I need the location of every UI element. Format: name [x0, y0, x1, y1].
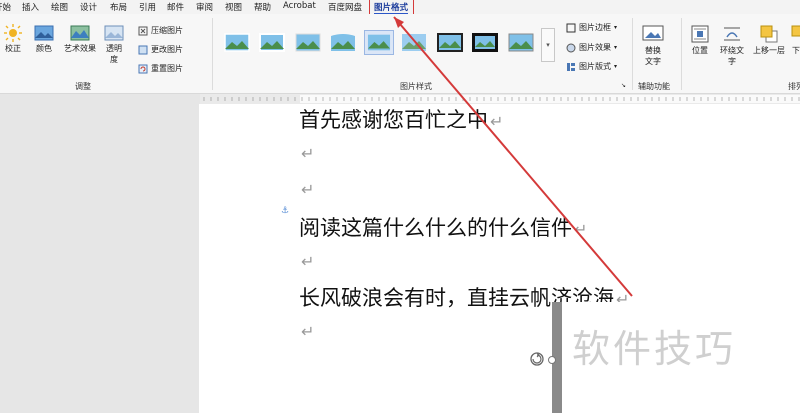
picture-effects-icon — [566, 43, 576, 52]
artistic-effects-icon — [70, 25, 90, 41]
style-thumb[interactable] — [506, 30, 536, 55]
picture-layout-icon — [567, 62, 575, 71]
rotate-handle-icon[interactable] — [528, 350, 546, 368]
picture-color-icon — [34, 25, 54, 41]
paragraph-mark: ↵ — [301, 180, 315, 199]
transparency-label-2: 度 — [110, 55, 118, 64]
paragraph-mark: ↵ — [301, 144, 315, 163]
picture-border-button[interactable]: 图片边框 ▾ — [566, 22, 617, 33]
artistic-effects-label: 艺术效果 — [64, 44, 96, 53]
change-picture-icon — [138, 45, 148, 54]
menu-bar: 开始 插入 绘图 设计 布局 引用 邮件 审阅 视图 帮助 Acrobat 百度… — [0, 0, 800, 16]
tab-references[interactable]: 引用 — [139, 1, 156, 13]
wrap-text-icon — [724, 27, 740, 41]
text-line[interactable]: ↵ — [299, 140, 314, 164]
gallery-more-button[interactable]: ▾ — [541, 28, 555, 62]
style-thumb[interactable] — [257, 30, 287, 55]
compress-pictures-button[interactable]: 压缩图片 — [138, 25, 183, 36]
group-label-adjust: 调整 — [75, 82, 91, 91]
style-thumb[interactable] — [222, 30, 252, 55]
alt-text-icon — [642, 25, 664, 41]
picture-layout-button[interactable]: 图片版式 ▾ — [566, 61, 617, 72]
paragraph-mark: ↵ — [301, 252, 315, 271]
tab-view[interactable]: 视图 — [225, 1, 242, 13]
text-line[interactable]: ↵ — [299, 176, 314, 200]
position-icon — [691, 25, 709, 43]
style-thumb[interactable] — [328, 30, 358, 55]
paragraph-mark: ↵ — [574, 220, 588, 239]
sun-icon — [4, 24, 22, 42]
tab-design[interactable]: 设计 — [80, 1, 97, 13]
document-canvas-margin — [0, 104, 199, 413]
bring-forward-icon — [760, 25, 778, 43]
group-label-picture-styles: 图片样式 — [400, 82, 432, 91]
reset-picture-icon — [138, 64, 148, 73]
tab-mailings[interactable]: 邮件 — [167, 1, 184, 13]
tab-review[interactable]: 审阅 — [196, 1, 213, 13]
style-thumb[interactable] — [293, 30, 323, 55]
send-backward-button[interactable]: 下 — [790, 24, 800, 56]
divider — [632, 18, 633, 90]
divider — [681, 18, 682, 90]
compress-icon — [138, 26, 148, 35]
group-label-accessibility: 辅助功能 — [638, 82, 670, 91]
picture-border-icon — [566, 23, 576, 32]
tab-draw[interactable]: 绘图 — [51, 1, 68, 13]
reset-picture-button[interactable]: 重置图片 — [138, 63, 183, 74]
wrap-text-button[interactable]: 环绕文 字 — [718, 24, 746, 67]
artistic-effects-button[interactable]: 艺术效果 — [63, 24, 97, 54]
text-line[interactable]: 首先感谢您百忙之中 ↵ — [299, 104, 503, 134]
ruler-ticks — [203, 97, 800, 101]
tab-help[interactable]: 帮助 — [254, 1, 271, 13]
tab-layout[interactable]: 布局 — [110, 1, 127, 13]
color-button[interactable]: 颜色 — [33, 24, 55, 54]
transparency-button[interactable]: 透明 度 — [103, 24, 125, 65]
tab-acrobat[interactable]: Acrobat — [283, 1, 316, 11]
position-button[interactable]: 位置 — [688, 24, 712, 56]
correct-button[interactable]: 校正 — [2, 24, 24, 54]
picture-effects-button[interactable]: 图片效果 ▾ — [566, 42, 617, 53]
style-thumb[interactable] — [435, 30, 465, 55]
style-thumb[interactable] — [399, 30, 429, 55]
watermark-text: 软件技巧 — [572, 327, 737, 371]
text-line[interactable]: ↵ — [299, 318, 314, 342]
tab-home[interactable]: 开始 — [0, 1, 11, 13]
style-thumb[interactable] — [470, 30, 500, 55]
group-label-arrange: 排列 — [788, 82, 800, 91]
resize-handle[interactable] — [548, 356, 556, 364]
picture-styles-launcher[interactable]: ↘ — [621, 82, 626, 89]
text-line[interactable]: 阅读这篇什么什么的什么信件 ↵ — [299, 212, 587, 242]
picture-styles-gallery — [218, 20, 558, 70]
transparency-label-1: 透明 — [106, 44, 122, 53]
paragraph-mark: ↵ — [301, 322, 315, 341]
anchor-icon: ⚓ — [281, 206, 290, 216]
alt-text-button[interactable]: 替换 文字 — [640, 24, 666, 67]
paragraph-mark: ↵ — [490, 112, 504, 131]
change-picture-button[interactable]: 更改图片 — [138, 44, 183, 55]
bring-forward-button[interactable]: 上移一层 — [752, 24, 786, 56]
text-line[interactable]: ↵ — [299, 248, 314, 272]
style-thumb-selected[interactable] — [364, 30, 394, 55]
tab-baidu-netdisk[interactable]: 百度网盘 — [328, 1, 362, 13]
tab-insert[interactable]: 插入 — [22, 1, 39, 13]
send-backward-icon — [791, 25, 800, 37]
color-label: 颜色 — [36, 44, 52, 53]
correct-label: 校正 — [5, 44, 21, 53]
divider — [212, 18, 213, 90]
ribbon: 校正 颜色 艺术效果 透明 度 压缩图片 更改图片 重置图片 调整 ▾ 图片边框… — [0, 14, 800, 94]
transparency-icon — [104, 25, 124, 41]
